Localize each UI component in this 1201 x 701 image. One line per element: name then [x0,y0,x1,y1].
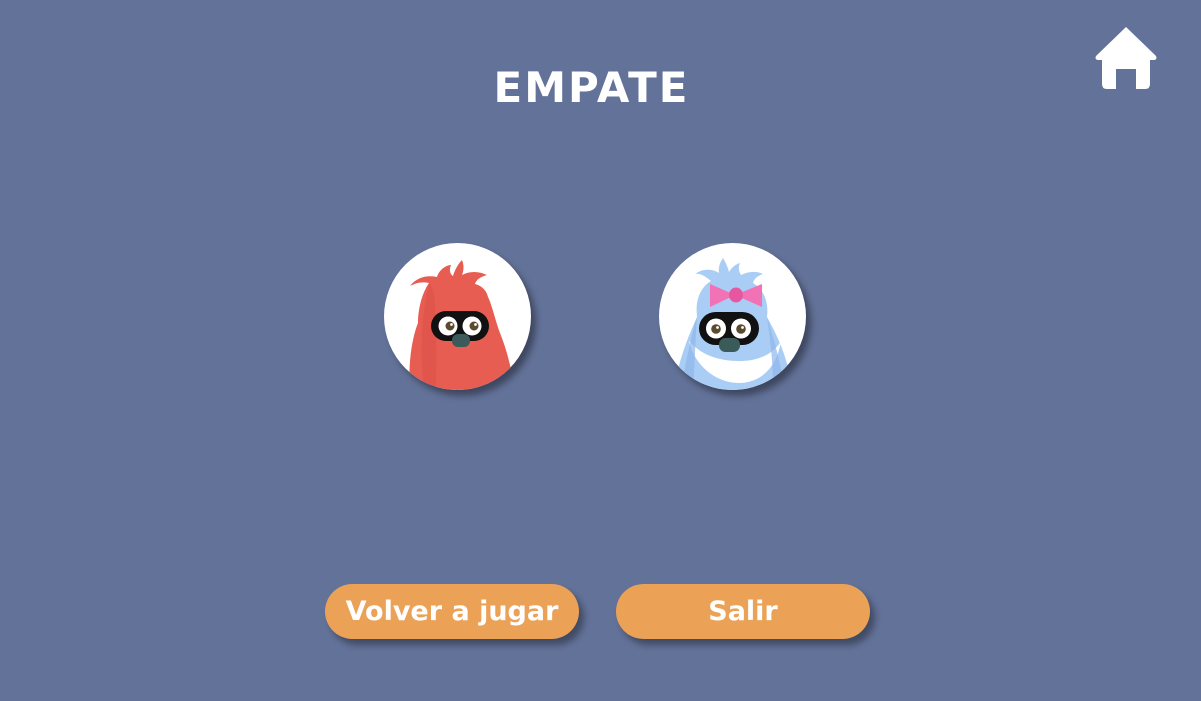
exit-button[interactable]: Salir [616,584,870,639]
result-title: EMPATE [493,63,690,112]
player-one-avatar [384,243,531,390]
red-monster-avatar-icon [409,260,514,390]
player-two-avatar [659,243,806,390]
play-again-button[interactable]: Volver a jugar [325,584,579,639]
blue-monster-with-pink-bow-avatar-icon [673,258,793,390]
